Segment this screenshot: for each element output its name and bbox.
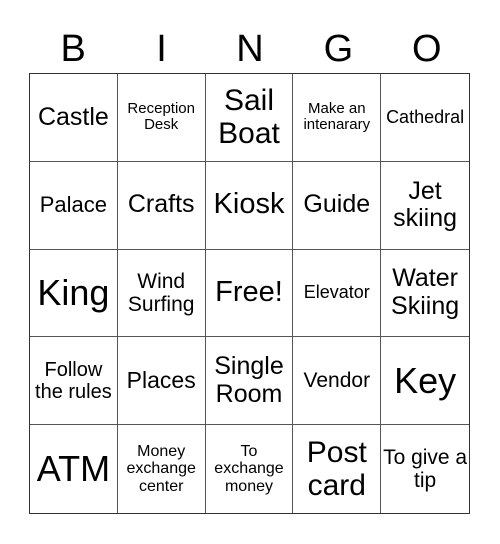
bingo-cell[interactable]: Water Skiing xyxy=(381,250,469,338)
bingo-cell[interactable]: Post card xyxy=(293,425,382,513)
header-letter-o: O xyxy=(411,28,442,70)
bingo-cell[interactable]: Palace xyxy=(30,161,118,250)
header-letter-g: G xyxy=(323,28,354,70)
bingo-cell[interactable]: Key xyxy=(381,337,469,426)
bingo-cell[interactable]: Cathedral xyxy=(381,74,469,162)
bingo-cell[interactable]: King xyxy=(30,249,118,338)
bingo-cell[interactable]: Crafts xyxy=(117,161,206,250)
header-letter-n: N xyxy=(236,28,264,70)
bingo-cell[interactable]: To exchange money xyxy=(206,425,294,513)
bingo-header: B I N G O xyxy=(29,24,471,74)
bingo-cell[interactable]: Follow the rules xyxy=(30,337,118,426)
header-letter-i: I xyxy=(156,28,167,70)
bingo-cell[interactable]: Reception Desk xyxy=(117,74,206,162)
bingo-cell[interactable]: Elevator xyxy=(293,249,382,338)
bingo-cell[interactable]: ATM xyxy=(30,425,118,513)
bingo-cell[interactable]: Jet skiing xyxy=(381,162,469,250)
bingo-cell[interactable]: Guide xyxy=(293,161,382,250)
bingo-cell[interactable]: To give a tip xyxy=(381,425,469,513)
bingo-cell[interactable]: Places xyxy=(117,337,206,426)
bingo-cell[interactable]: Castle xyxy=(30,74,118,162)
header-letter-b: B xyxy=(60,28,86,70)
bingo-cell[interactable]: Make an intenarary xyxy=(293,74,382,162)
bingo-cell[interactable]: Single Room xyxy=(205,337,294,426)
bingo-cell[interactable]: Money exchange center xyxy=(118,425,206,513)
bingo-cell[interactable]: Wind Surfing xyxy=(117,249,206,338)
bingo-cell free-space[interactable]: Free! xyxy=(205,249,294,338)
bingo-cell[interactable]: Sail Boat xyxy=(205,74,294,162)
bingo-cell[interactable]: Vendor xyxy=(293,337,382,426)
bingo-grid: Castle Reception Desk Sail Boat Make an … xyxy=(29,73,470,514)
bingo-cell[interactable]: Kiosk xyxy=(205,161,294,250)
